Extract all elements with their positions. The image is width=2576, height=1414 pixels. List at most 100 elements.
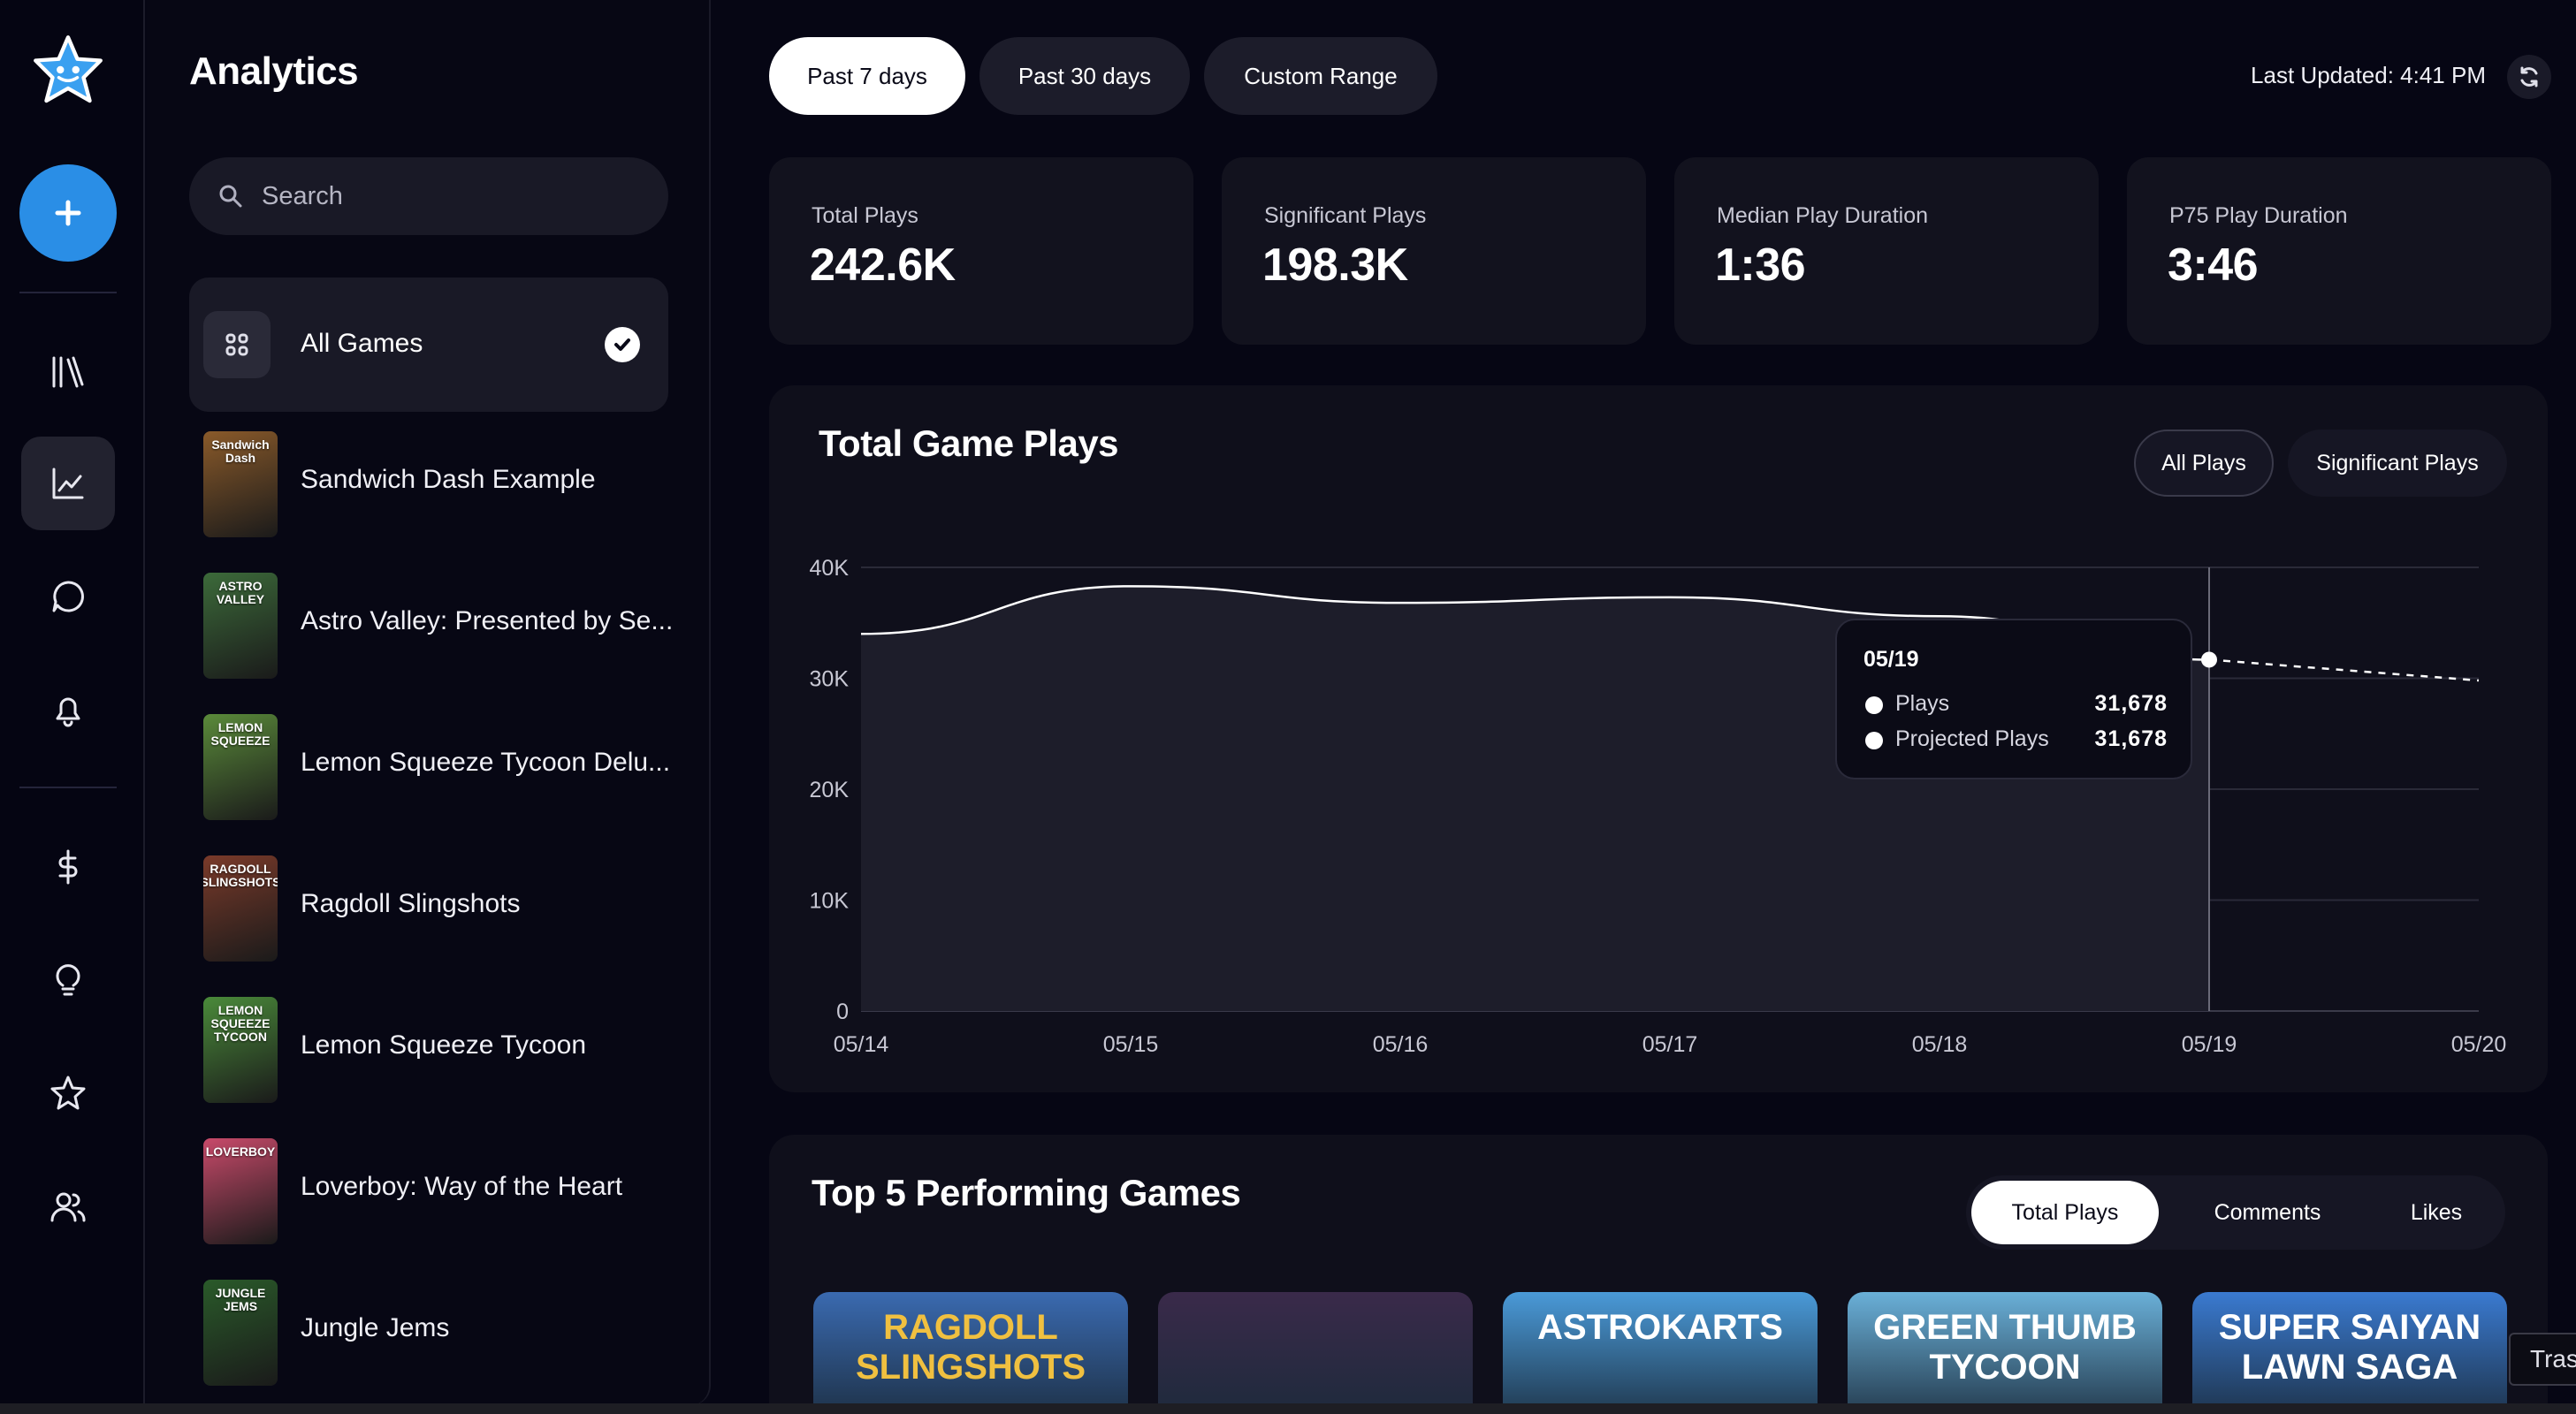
game-list-item[interactable]: LEMON SQUEEZE TYCOON Lemon Squeeze Tycoon [189,977,668,1103]
x-tick-label: 05/20 [2451,1032,2507,1057]
game-thumbnail: Sandwich Dash [203,431,278,537]
top-games-card: Top 5 Performing Games Total Plays Comme… [769,1135,2548,1414]
stat-label: P75 Play Duration [2169,203,2348,228]
stat-card-significant-plays: Significant Plays 198.3K [1222,157,1646,345]
highlight-point [2201,651,2217,668]
stat-card-p75-duration: P75 Play Duration 3:46 [2127,157,2551,345]
search-box[interactable] [189,157,668,235]
icon-rail [0,0,145,1414]
x-tick-label: 05/16 [1373,1032,1429,1057]
add-icon[interactable] [19,164,117,262]
stat-value: 3:46 [2168,239,2259,291]
star-icon[interactable] [21,1046,115,1140]
stat-label: Total Plays [812,203,918,228]
stat-card-total-plays: Total Plays 242.6K [769,157,1193,345]
projected-line [2208,658,2480,682]
range-custom[interactable]: Custom Range [1204,37,1437,115]
game-list-item[interactable]: LEMON SQUEEZE Lemon Squeeze Tycoon Delu..… [189,695,671,820]
analytics-icon[interactable] [21,437,115,530]
game-thumbnail: ASTRO VALLEY [203,573,278,679]
refresh-icon[interactable] [2507,55,2551,99]
last-updated: Last Updated: 4:41 PM [2251,62,2486,88]
game-thumbnail: RAGDOLL SLINGSHOTS [203,855,278,962]
tooltip-row-plays: Plays 31,678 [1863,689,2168,719]
games-sidebar: Analytics All Games Sandwich DashSandwic… [147,0,711,1405]
top-game-poster[interactable]: ASTROKARTS [1503,1292,1818,1414]
rail-divider [19,292,117,293]
tooltip-value: 31,678 [2094,691,2168,716]
x-tick-label: 05/19 [2182,1032,2237,1057]
stat-value: 1:36 [1715,239,1806,291]
total-game-plays-card: 0 10K 20K 30K 40K 05/14 05/15 05/16 05/17 05/18 05… [769,385,2548,1092]
game-thumbnail: LEMON SQUEEZE TYCOON [203,997,278,1103]
y-tick-label: 10K [810,889,850,914]
toggle-significant-plays[interactable]: Significant Plays [2288,430,2507,497]
all-games-item[interactable]: All Games [189,277,668,412]
trash-tooltip: Tras [2509,1333,2576,1386]
grid-icon [203,311,271,378]
top-games-title: Top 5 Performing Games [812,1172,1241,1213]
game-name: Astro Valley: Presented by Se... [301,606,674,635]
top-games-tabs: Total Plays Comments Likes [1966,1175,2505,1250]
logo-star-icon[interactable] [21,23,115,117]
window-edge [0,1403,2576,1414]
x-tick-label: 05/14 [834,1032,889,1057]
series-dot [1865,696,1883,714]
y-tick-label: 40K [810,556,850,581]
toggle-all-plays[interactable]: All Plays [2134,430,2274,497]
game-thumbnail: LOVERBOY [203,1138,278,1244]
stat-label: Median Play Duration [1717,203,1929,228]
tab-comments[interactable]: Comments [2168,1181,2367,1244]
game-name: Loverboy: Way of the Heart [301,1172,623,1201]
top-game-poster[interactable]: RAGDOLL SLINGSHOTS [813,1292,1128,1414]
stat-label: Significant Plays [1264,203,1427,228]
game-list-item[interactable]: Sandwich Dash Sandwich Dash Example [189,412,668,537]
range-past-7-days[interactable]: Past 7 days [769,37,965,115]
x-tick-label: 05/18 [1912,1032,1968,1057]
game-name: Lemon Squeeze Tycoon [301,1030,587,1060]
page-title: Analytics [189,49,359,93]
tab-total-plays[interactable]: Total Plays [1971,1181,2159,1244]
stat-value: 242.6K [810,239,956,291]
x-tick-label: 05/17 [1642,1032,1698,1057]
game-thumbnail: JUNGLE JEMS [203,1280,278,1386]
tooltip-value: 31,678 [2094,726,2168,751]
game-list-item[interactable]: ASTRO VALLEY Astro Valley: Presented by S… [189,553,673,679]
lightbulb-icon[interactable] [21,933,115,1027]
stat-card-median-duration: Median Play Duration 1:36 [1674,157,2099,345]
game-list-item[interactable]: LOVERBOY Loverboy: Way of the Heart [189,1119,668,1244]
users-icon[interactable] [21,1159,115,1253]
rail-divider [19,787,117,788]
game-list-item[interactable]: JUNGLE JEMS Jungle Jems [189,1260,668,1386]
tooltip-date: 05/19 [1863,647,1919,672]
chat-icon[interactable] [21,550,115,643]
y-tick-label: 20K [810,778,850,802]
dollar-icon[interactable] [21,820,115,914]
tooltip-row-projected: Projected Plays 31,678 [1863,725,2168,755]
chart-tooltip: 05/19 Plays 31,678 Projected Plays 31,67… [1835,619,2192,779]
y-tick-label: 30K [810,667,850,692]
top-game-poster[interactable] [1158,1292,1473,1414]
x-tick-label: 05/15 [1103,1032,1159,1057]
tab-likes[interactable]: Likes [2374,1181,2498,1244]
chart-title: Total Game Plays [819,422,1119,464]
y-tick-label: 0 [836,1000,849,1024]
tooltip-label: Plays [1895,691,1950,716]
all-games-label: All Games [301,329,423,358]
search-icon [219,185,242,208]
game-name: Ragdoll Slingshots [301,889,521,918]
top-game-poster[interactable]: SUPER SAIYAN LAWN SAGA [2192,1292,2507,1414]
game-name: Jungle Jems [301,1313,450,1342]
game-list-item[interactable]: RAGDOLL SLINGSHOTS Ragdoll Slingshots [189,836,668,962]
plays-chart: 0 10K 20K 30K 40K 05/14 05/15 05/16 05/17 05/18 05… [810,556,2507,1057]
check-icon [605,327,640,362]
tooltip-label: Projected Plays [1895,726,2049,751]
top-game-poster[interactable]: GREEN THUMB TYCOON [1848,1292,2162,1414]
search-input[interactable] [262,181,651,211]
library-icon[interactable] [21,325,115,419]
stat-value: 198.3K [1262,239,1408,291]
range-past-30-days[interactable]: Past 30 days [979,37,1190,115]
bell-icon[interactable] [21,663,115,756]
game-thumbnail: LEMON SQUEEZE [203,714,278,820]
game-name: Lemon Squeeze Tycoon Delu... [301,748,671,777]
